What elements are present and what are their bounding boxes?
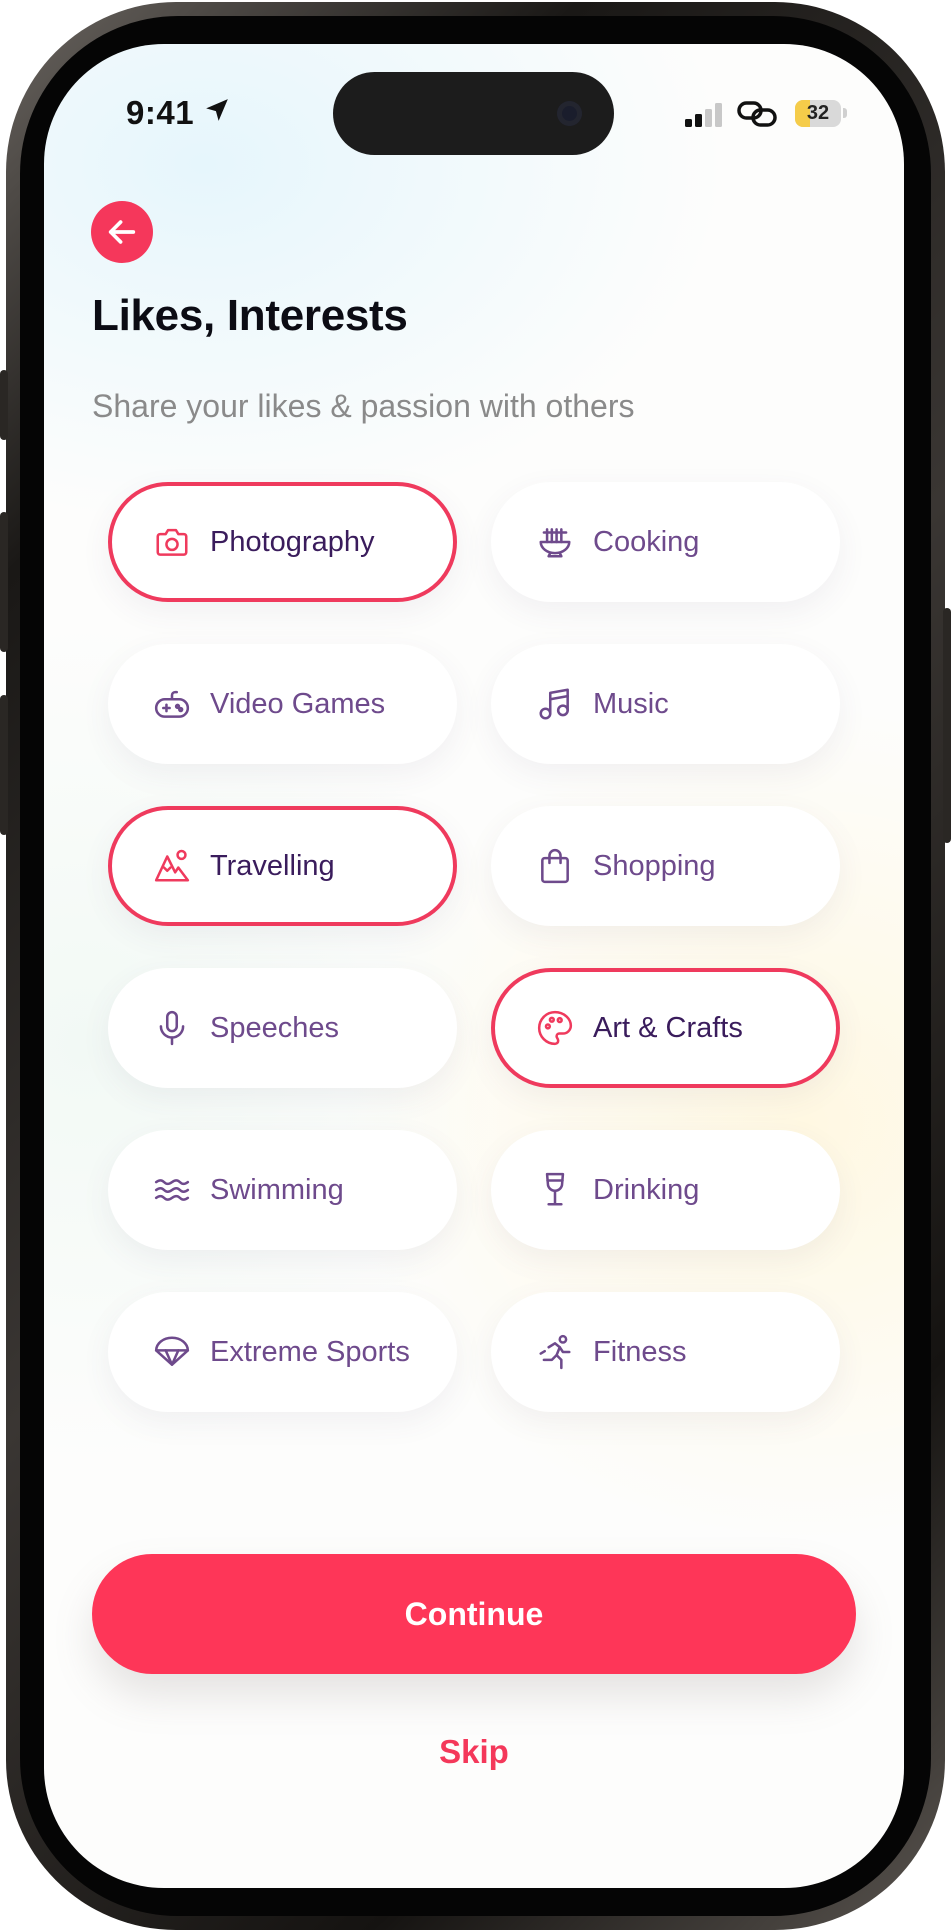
interest-label: Music (593, 687, 669, 720)
continue-button[interactable]: Continue (92, 1554, 856, 1674)
power-button (943, 608, 951, 843)
music-note-icon (535, 684, 575, 724)
mountain-icon (152, 846, 192, 886)
interest-chip-drinking[interactable]: Drinking (491, 1130, 840, 1250)
battery-percentage: 32 (806, 102, 830, 124)
interest-chip-travelling[interactable]: Travelling (108, 806, 457, 926)
interest-chip-fitness[interactable]: Fitness (491, 1292, 840, 1412)
skip-link[interactable]: Skip (44, 1733, 904, 1771)
back-button[interactable] (91, 201, 153, 263)
front-camera (557, 101, 582, 126)
dynamic-island (333, 72, 614, 155)
interest-label: Shopping (593, 849, 716, 882)
waves-icon (152, 1170, 192, 1210)
parachute-icon (152, 1332, 192, 1372)
interest-grid: Photography Cooking Video Games Music Tr… (108, 482, 840, 1412)
interest-label: Drinking (593, 1173, 700, 1206)
noodle-bowl-icon (535, 522, 575, 562)
interest-chip-swimming[interactable]: Swimming (108, 1130, 457, 1250)
status-time: 9:41 (126, 94, 195, 131)
interest-label: Photography (210, 525, 375, 558)
interest-chip-photography[interactable]: Photography (108, 482, 457, 602)
shopping-bag-icon (535, 846, 575, 886)
interest-label: Speeches (210, 1011, 339, 1044)
volume-down-button (0, 695, 8, 835)
arrow-left-icon (108, 220, 136, 244)
interest-label: Cooking (593, 525, 700, 558)
interest-chip-art-crafts[interactable]: Art & Crafts (491, 968, 840, 1088)
interest-label: Fitness (593, 1335, 687, 1368)
wine-glass-icon (535, 1170, 575, 1210)
action-button (0, 370, 8, 440)
interest-label: Extreme Sports (210, 1335, 410, 1368)
cellular-signal-icon (685, 103, 722, 127)
interest-label: Art & Crafts (593, 1011, 743, 1044)
running-icon (535, 1332, 575, 1372)
interest-chip-video-games[interactable]: Video Games (108, 644, 457, 764)
camera-icon (152, 522, 192, 562)
interest-label: Video Games (210, 687, 386, 720)
interest-chip-music[interactable]: Music (491, 644, 840, 764)
interest-label: Swimming (210, 1173, 344, 1206)
palette-icon (535, 1008, 575, 1048)
battery-cap (843, 108, 847, 118)
page-subtitle: Share your likes & passion with others (92, 388, 635, 424)
battery-indicator: 32 (795, 100, 841, 127)
app-screen: 9:41 32 Likes, Interests Share your like… (44, 44, 904, 1888)
personal-hotspot-icon (737, 101, 777, 127)
volume-up-button (0, 512, 8, 652)
location-arrow-icon (206, 99, 228, 121)
interest-chip-extreme-sports[interactable]: Extreme Sports (108, 1292, 457, 1412)
interest-chip-cooking[interactable]: Cooking (491, 482, 840, 602)
microphone-icon (152, 1008, 192, 1048)
gamepad-icon (152, 684, 192, 724)
interest-chip-speeches[interactable]: Speeches (108, 968, 457, 1088)
interest-label: Travelling (210, 849, 335, 882)
interest-chip-shopping[interactable]: Shopping (491, 806, 840, 926)
page-title: Likes, Interests (92, 291, 408, 340)
